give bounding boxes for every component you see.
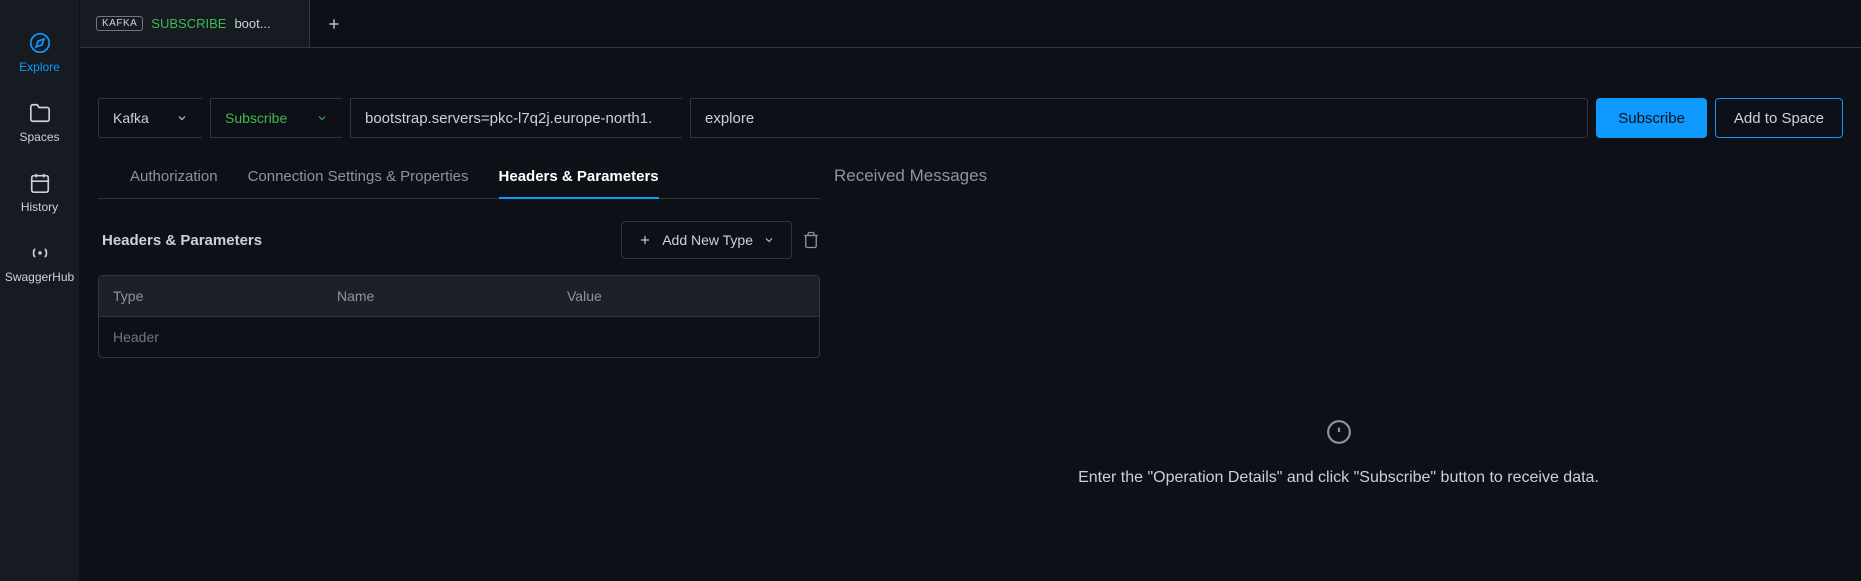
plus-icon	[638, 233, 652, 247]
protocol-label: Kafka	[113, 110, 149, 126]
empty-state-text: Enter the "Operation Details" and click …	[1078, 469, 1599, 487]
subscribe-button[interactable]: Subscribe	[1596, 98, 1707, 138]
content-split: Authorization Connection Settings & Prop…	[80, 156, 1861, 581]
section-title: Headers & Parameters	[98, 232, 262, 249]
tab-bar: KAFKA SUBSCRIBE boot...	[80, 0, 1861, 48]
empty-state: Enter the "Operation Details" and click …	[834, 202, 1843, 563]
left-sidebar: Explore Spaces History SwaggerHub	[0, 0, 80, 581]
sidebar-item-history[interactable]: History	[0, 158, 79, 228]
topic-input[interactable]	[705, 110, 1573, 127]
tab-active[interactable]: KAFKA SUBSCRIBE boot...	[80, 0, 310, 47]
received-messages-title: Received Messages	[834, 156, 1843, 202]
compass-icon	[29, 32, 51, 54]
sidebar-label-spaces: Spaces	[19, 130, 59, 144]
col-header-name: Name	[337, 288, 567, 304]
chevron-down-icon	[176, 112, 188, 124]
tab-authorization[interactable]: Authorization	[130, 156, 218, 199]
sidebar-item-spaces[interactable]: Spaces	[0, 88, 79, 158]
plus-icon	[326, 16, 342, 32]
server-input-wrapper	[350, 98, 682, 138]
add-tab-button[interactable]	[310, 0, 358, 47]
sidebar-label-explore: Explore	[19, 60, 60, 74]
folder-icon	[29, 102, 51, 124]
col-header-type: Type	[113, 288, 337, 304]
table-row[interactable]: Header	[99, 317, 819, 357]
col-header-value: Value	[567, 288, 805, 304]
section-header: Headers & Parameters Add New Type	[98, 199, 820, 275]
info-icon	[1326, 419, 1352, 445]
sidebar-label-history: History	[21, 200, 58, 214]
table-header: Type Name Value	[99, 276, 819, 317]
calendar-icon	[29, 172, 51, 194]
section-actions: Add New Type	[621, 221, 820, 259]
add-type-label: Add New Type	[662, 232, 753, 248]
left-panel: Authorization Connection Settings & Prop…	[98, 156, 820, 563]
tab-headers-parameters[interactable]: Headers & Parameters	[499, 156, 659, 199]
sub-tabs: Authorization Connection Settings & Prop…	[98, 156, 820, 199]
tab-protocol-badge: KAFKA	[96, 16, 143, 31]
add-new-type-button[interactable]: Add New Type	[621, 221, 792, 259]
sidebar-item-explore[interactable]: Explore	[0, 18, 79, 88]
swagger-icon	[29, 242, 51, 264]
chevron-down-icon	[316, 112, 328, 124]
main-area: KAFKA SUBSCRIBE boot... Kafka Subscribe	[80, 0, 1861, 581]
chevron-down-icon	[763, 234, 775, 246]
server-input[interactable]	[365, 110, 668, 127]
protocol-select[interactable]: Kafka	[98, 98, 202, 138]
method-select[interactable]: Subscribe	[210, 98, 342, 138]
params-table: Type Name Value Header	[98, 275, 820, 358]
row-type-placeholder: Header	[113, 329, 337, 345]
topic-input-wrapper	[690, 98, 1588, 138]
tab-connection-settings[interactable]: Connection Settings & Properties	[248, 156, 469, 199]
sidebar-label-swaggerhub: SwaggerHub	[5, 270, 74, 284]
right-panel: Received Messages Enter the "Operation D…	[834, 156, 1843, 563]
delete-button[interactable]	[802, 231, 820, 249]
sidebar-item-swaggerhub[interactable]: SwaggerHub	[0, 228, 79, 298]
tab-name-label: boot...	[234, 16, 270, 31]
method-label: Subscribe	[225, 110, 287, 126]
add-to-space-button[interactable]: Add to Space	[1715, 98, 1843, 138]
request-bar: Kafka Subscribe Subscribe Add to Space	[80, 48, 1861, 156]
tab-method-label: SUBSCRIBE	[151, 16, 226, 31]
